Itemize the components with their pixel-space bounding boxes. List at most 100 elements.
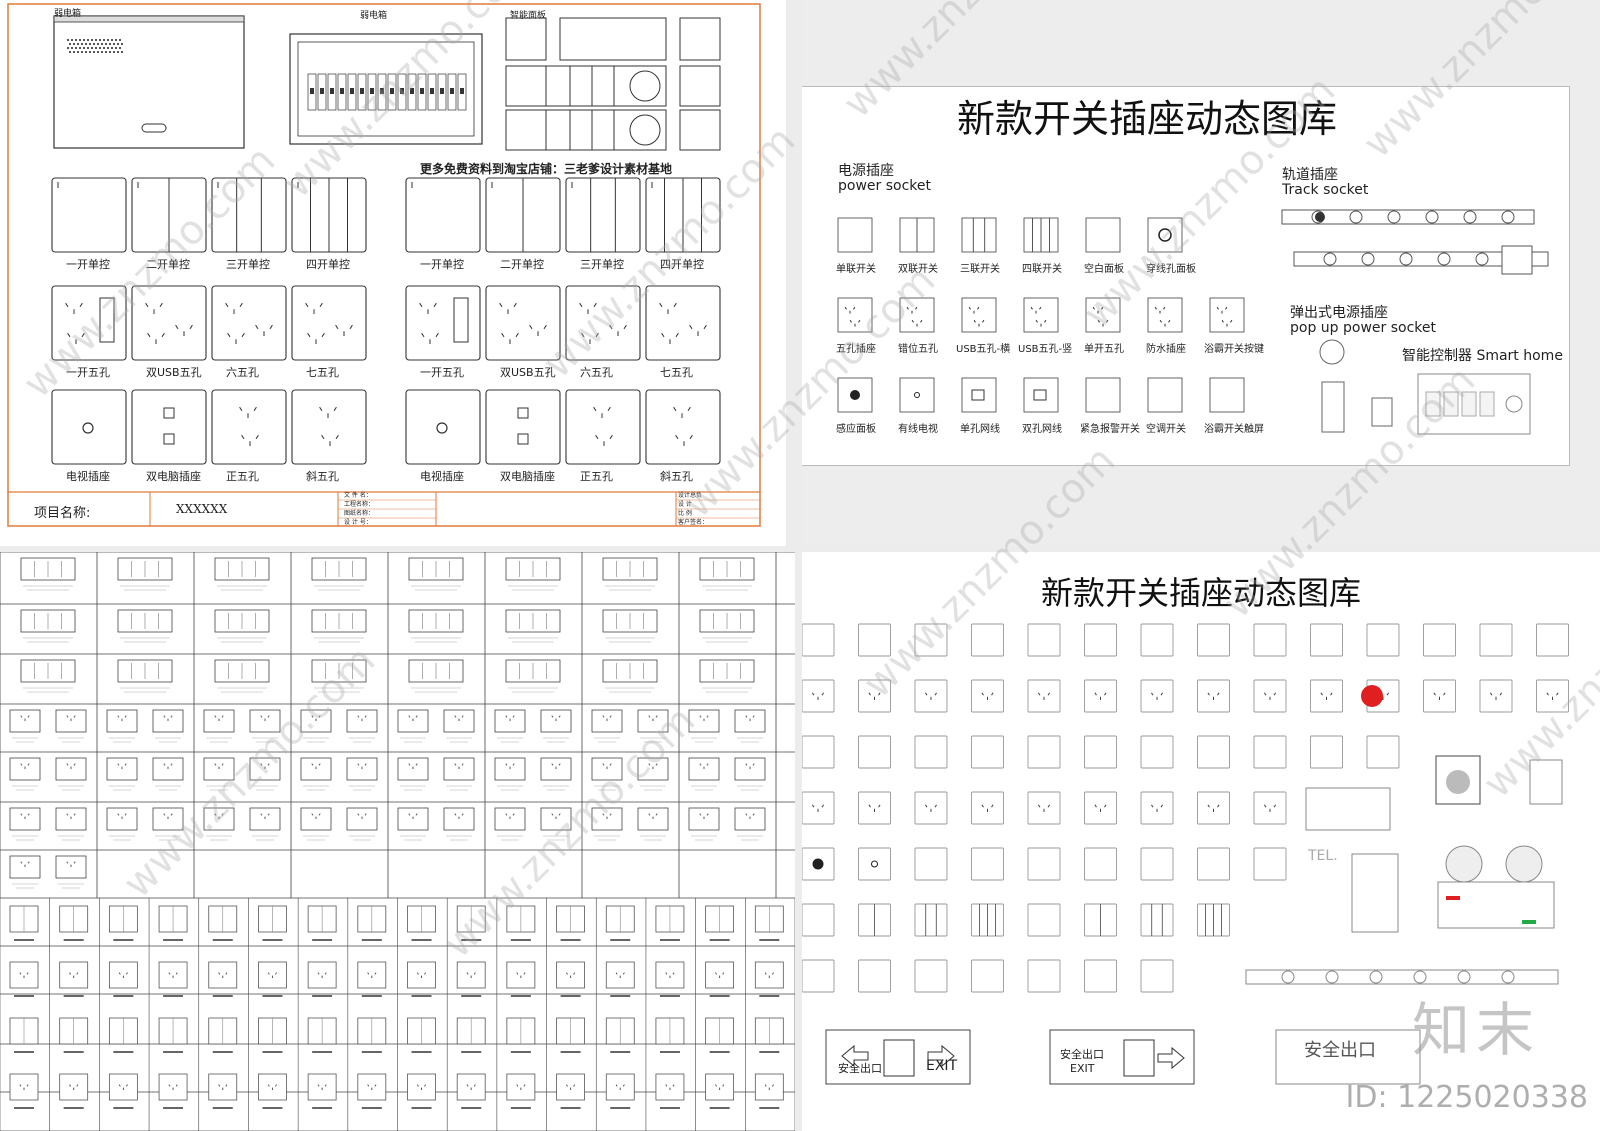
catalog-switch (59, 1073, 89, 1101)
label-grid-0-5: 穿线孔面板 (1146, 264, 1196, 275)
library-icon (1253, 679, 1287, 713)
panel-row1-2 (211, 177, 287, 253)
q1-drawing (7, 3, 761, 527)
catalog-switch (9, 961, 39, 989)
socket-icon-0-0 (837, 217, 873, 253)
catalog-switch (158, 1073, 188, 1101)
catalog-switch (208, 1073, 238, 1101)
library-icon (1253, 623, 1287, 657)
panel-row1-4 (405, 177, 481, 253)
library-icon (1253, 847, 1287, 881)
label-grid-1-1: 错位五孔 (898, 344, 938, 355)
label-row1-3: 四开单控 (306, 258, 350, 271)
socket-icon-0-4 (1085, 217, 1121, 253)
label-weak-box-2: 弱电箱 (360, 11, 388, 21)
library-icon (971, 959, 1004, 993)
label-row3-2: 正五孔 (226, 470, 259, 483)
library-icon (1084, 623, 1117, 657)
panel-row2-7 (645, 285, 721, 361)
panel-row3-5 (485, 389, 561, 465)
label-row3-3: 斜五孔 (306, 470, 339, 483)
catalog-switch (556, 1073, 585, 1101)
library-icon (1027, 959, 1061, 993)
alarm-panel (1529, 759, 1563, 805)
label-grid-2-1: 有线电视 (898, 424, 938, 435)
exit-sign-1-cn: 安全出口 (838, 1062, 882, 1075)
exit-sign-3-cn: 安全出口 (1304, 1040, 1376, 1061)
library-icon (1084, 959, 1117, 993)
library-icon (1197, 623, 1230, 657)
catalog-switch (705, 1073, 735, 1101)
label-row3-4: 电视插座 (420, 470, 464, 483)
catalog-switch (307, 961, 337, 989)
label-row2-4: 一开五孔 (420, 366, 464, 379)
library-icon (802, 959, 835, 993)
catalog-switch (456, 1073, 486, 1101)
library-icon (1366, 623, 1400, 657)
library-icon (1479, 679, 1513, 713)
label-grid-2-6: 浴霸开关触屏 (1204, 424, 1264, 435)
library-icon (914, 847, 948, 881)
catalog-switch (605, 1073, 635, 1101)
library-icon (1253, 791, 1287, 825)
catalog-switch (754, 961, 784, 989)
label-row1-5: 二开单控 (500, 258, 544, 271)
popup-body-1 (1321, 381, 1345, 433)
catalog-switch (407, 1073, 436, 1101)
library-icon (1140, 735, 1174, 769)
dynamic-library-title: 新款开关插座动态图库 (1040, 574, 1361, 612)
label-row3-0: 电视插座 (66, 470, 110, 483)
catalog-switch (59, 961, 89, 989)
library-icon (1084, 679, 1117, 713)
panel-row3-1 (131, 389, 207, 465)
title-block-right-fields: 设计总负 设 计 比 例 客户签名： (678, 492, 709, 526)
panel-row3-2 (211, 389, 287, 465)
label-row3-6: 正五孔 (580, 470, 613, 483)
label-weak-box-1: 弱电箱 (54, 9, 82, 19)
panel-row1-0 (51, 177, 127, 253)
library-icon (1027, 847, 1061, 881)
library-icon (914, 623, 948, 657)
label-row1-4: 一开单控 (420, 258, 464, 271)
catalog-switch (307, 1073, 337, 1101)
library-icon (802, 623, 835, 657)
library-icon (1197, 847, 1230, 881)
panel-row2-5 (485, 285, 561, 361)
label-row3-1: 双电脑插座 (146, 470, 201, 483)
label-row3-7: 斜五孔 (660, 470, 693, 483)
library-icon (1140, 791, 1174, 825)
label-grid-1-4: 单开五孔 (1084, 344, 1124, 355)
label-grid-0-1: 双联开关 (898, 264, 938, 275)
socket-icon-2-5 (1147, 377, 1183, 413)
catalog-switch (556, 961, 585, 989)
library-icon (1536, 623, 1569, 657)
library-icon (1310, 623, 1343, 657)
label-row2-5: 双USB五孔 (500, 366, 556, 379)
library-icon (1140, 679, 1174, 713)
panel-row1-6 (565, 177, 641, 253)
project-name-label: 项目名称: (34, 506, 91, 521)
label-row1-6: 三开单控 (580, 258, 624, 271)
catalog-switch (456, 961, 486, 989)
label-row2-0: 一开五孔 (66, 366, 110, 379)
panel-row2-1 (131, 285, 207, 361)
catalog-switch (258, 1073, 287, 1101)
catalog-switch (9, 1073, 39, 1101)
socket-icon-1-1 (899, 297, 935, 333)
panel-row3-7 (645, 389, 721, 465)
label-grid-2-2: 单孔网线 (960, 424, 1000, 435)
library-icon (1027, 623, 1061, 657)
library-icon (914, 735, 948, 769)
library-icon (1027, 903, 1061, 937)
emergency-light-body (1437, 881, 1555, 929)
exit-running-man-2 (1123, 1039, 1155, 1077)
panel-row3-3 (291, 389, 367, 465)
catalog-switch (208, 961, 238, 989)
label-grid-0-3: 四联开关 (1022, 264, 1062, 275)
library-icon (971, 735, 1004, 769)
label-grid-2-5: 空调开关 (1146, 424, 1186, 435)
library-icon (1536, 679, 1569, 713)
library-icon (802, 903, 835, 937)
label-grid-1-6: 浴霸开关按键 (1204, 344, 1264, 355)
panel-row3-6 (565, 389, 641, 465)
